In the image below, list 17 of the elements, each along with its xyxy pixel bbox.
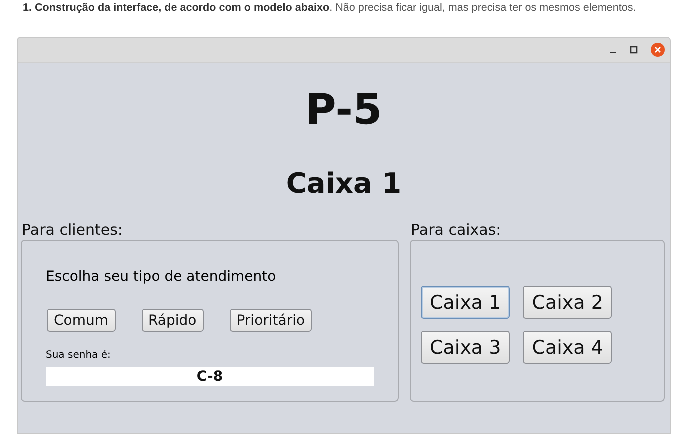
section-label: Para caixas:: [410, 221, 502, 240]
cashier-button[interactable]: Caixa 2: [523, 286, 612, 319]
ticket-label: Sua senha é:: [46, 350, 111, 361]
ticket-type-button[interactable]: Rápido: [142, 309, 204, 332]
ticket-field[interactable]: C-8: [46, 367, 374, 386]
section-label: Para clientes:: [21, 221, 124, 240]
prompt-text: Escolha seu tipo de atendimento: [46, 269, 276, 285]
instruction-text: 1. Construção da interface, de acordo com o modelo abaixo. Não precisa ficar igual, mas precisa ter os mesmos elementos.: [23, 2, 638, 14]
cashier-button[interactable]: Caixa 3: [421, 331, 510, 364]
counter-name: Caixa 1: [285, 167, 403, 202]
ticket-type-button[interactable]: Prioritário: [230, 309, 312, 332]
cashier-button[interactable]: Caixa 4: [523, 331, 612, 364]
close-icon[interactable]: [651, 43, 665, 57]
maximize-icon[interactable]: [630, 46, 638, 54]
ticket-type-button[interactable]: Comum: [47, 309, 116, 332]
cashier-button[interactable]: Caixa 1: [421, 286, 510, 319]
ticket-number: P-5: [304, 85, 384, 136]
